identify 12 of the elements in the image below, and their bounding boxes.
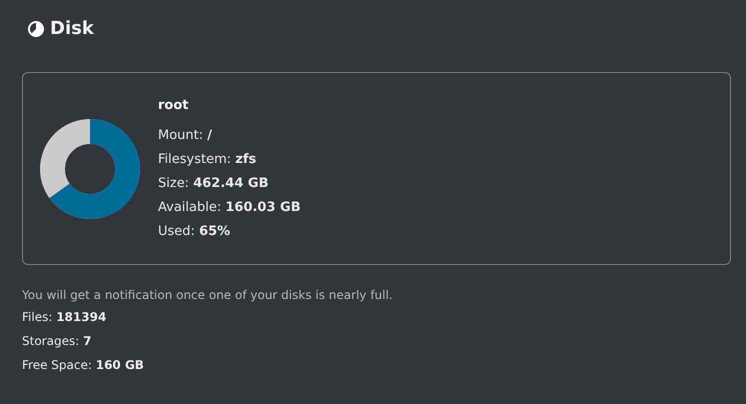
pie-chart-icon: [28, 20, 44, 36]
disk-detail: Filesystem: zfs: [158, 151, 258, 169]
disk-detail: Size: 462.44 GB: [158, 175, 270, 193]
disk-stat: Files: 181394: [22, 309, 108, 326]
disk-name: root: [158, 98, 190, 113]
notification-note: You will get a notification once one of your disks is nearly full.: [22, 287, 394, 304]
disk-stat: Free Space: 160 GB: [22, 357, 145, 374]
disk-detail: Available: 160.03 GB: [158, 199, 301, 217]
section-title: Disk: [50, 18, 94, 39]
disk-stat: Storages: 7: [22, 333, 92, 350]
disk-detail: Used: 65%: [158, 223, 232, 241]
disk-detail: Mount: /: [158, 127, 214, 145]
